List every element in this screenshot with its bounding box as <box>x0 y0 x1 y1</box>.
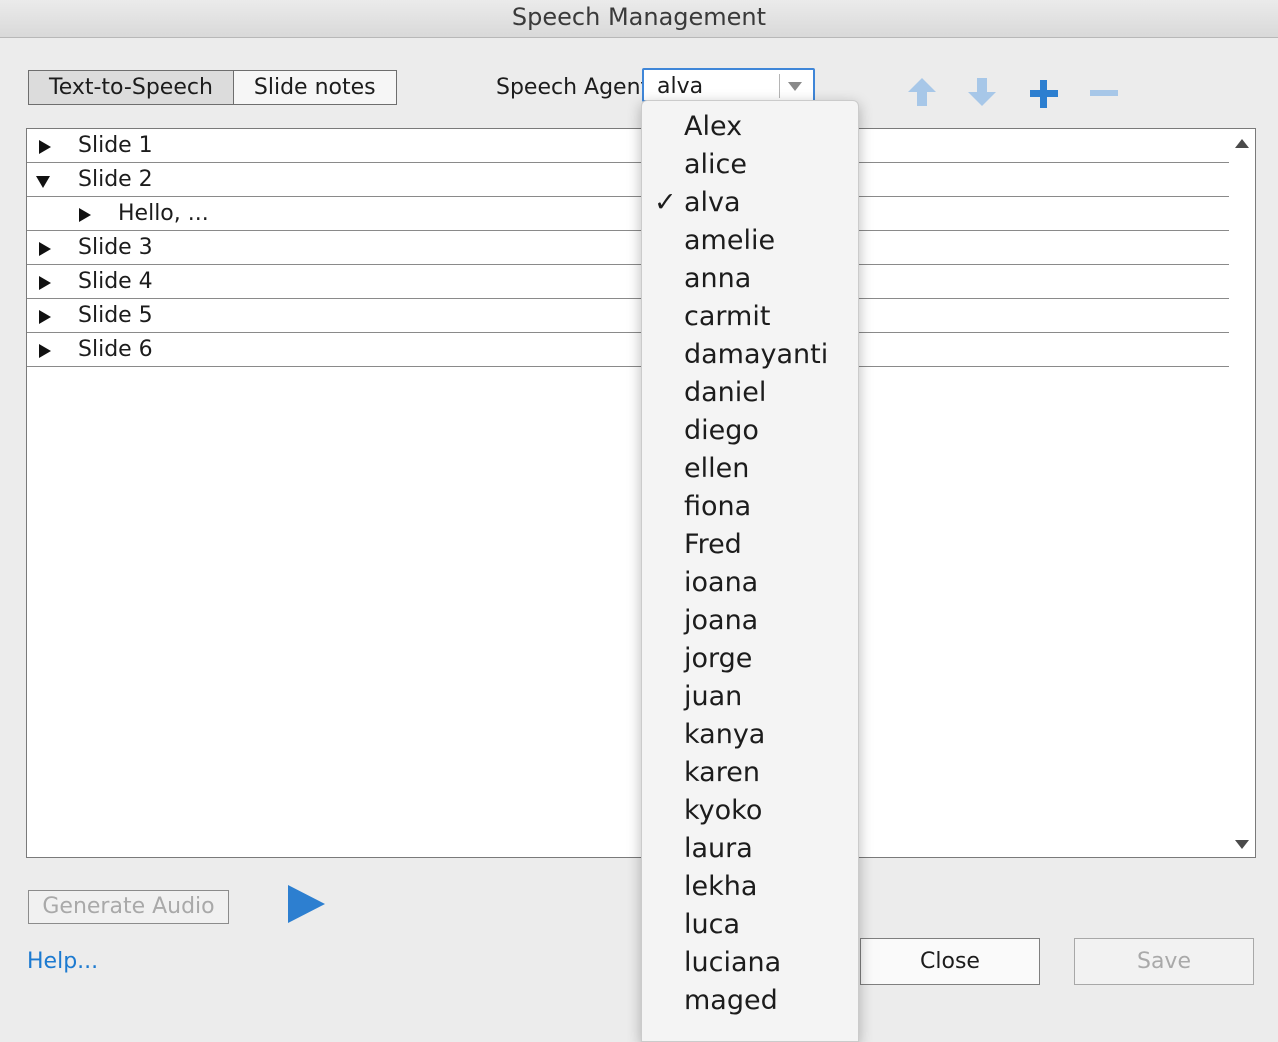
menu-item-label: anna <box>684 263 752 294</box>
menu-item-agent[interactable]: lekha <box>642 868 858 906</box>
menu-item-label: maged <box>684 985 778 1016</box>
menu-item-agent[interactable]: diego <box>642 412 858 450</box>
expand-arrow-icon[interactable] <box>39 242 51 256</box>
tree-row-slide-5[interactable]: Slide 5 <box>27 299 1229 333</box>
speech-agent-value: alva <box>657 74 704 99</box>
menu-item-agent[interactable]: alice <box>642 146 858 184</box>
menu-item-agent[interactable]: laura <box>642 830 858 868</box>
menu-item-agent[interactable]: luca <box>642 906 858 944</box>
tab-text-to-speech[interactable]: Text-to-Speech <box>29 71 234 104</box>
scroll-down-arrow-icon[interactable] <box>1235 840 1249 849</box>
menu-item-agent[interactable]: luciana <box>642 944 858 982</box>
move-up-icon[interactable] <box>906 76 938 108</box>
tree-row-slide-3[interactable]: Slide 3 <box>27 231 1229 265</box>
menu-item-agent[interactable]: joana <box>642 602 858 640</box>
menu-item-label: alva <box>684 187 741 218</box>
menu-item-label: fiona <box>684 491 752 522</box>
menu-item-label: kanya <box>684 719 766 750</box>
menu-item-agent[interactable]: karen <box>642 754 858 792</box>
tree-row-label: Slide 5 <box>78 303 153 328</box>
tree-row-slide-2[interactable]: Slide 2 <box>27 163 1229 197</box>
menu-item-agent[interactable]: maged <box>642 982 858 1020</box>
chevron-down-icon <box>788 82 802 91</box>
menu-item-label: damayanti <box>684 339 829 370</box>
expand-arrow-icon[interactable] <box>79 208 91 222</box>
remove-icon[interactable] <box>1088 78 1120 110</box>
speech-agent-dropdown-menu: Alex alice ✓ alva amelie anna carmit dama… <box>641 100 859 1042</box>
menu-item-agent[interactable]: ioana <box>642 564 858 602</box>
tree-row-slide-2-note[interactable]: Hello, ... <box>27 197 1229 231</box>
menu-item-agent[interactable]: jorge <box>642 640 858 678</box>
menu-item-label: Fred <box>684 529 742 560</box>
menu-item-label: carmit <box>684 301 771 332</box>
menu-item-label: juan <box>684 681 743 712</box>
menu-item-label: luca <box>684 909 741 940</box>
speech-agent-select[interactable]: alva <box>642 68 815 102</box>
menu-item-label: lekha <box>684 871 758 902</box>
tab-slide-notes[interactable]: Slide notes <box>233 71 396 104</box>
menu-item-agent[interactable]: daniel <box>642 374 858 412</box>
tree-row-label: Slide 2 <box>78 167 153 192</box>
menu-item-agent[interactable]: kyoko <box>642 792 858 830</box>
play-icon[interactable] <box>288 885 325 923</box>
speech-agent-label: Speech Agent <box>496 75 650 100</box>
menu-item-agent[interactable]: juan <box>642 678 858 716</box>
menu-item-label: jorge <box>684 643 753 674</box>
menu-item-agent[interactable]: fiona <box>642 488 858 526</box>
menu-item-agent[interactable]: ellen <box>642 450 858 488</box>
menu-item-agent-selected[interactable]: ✓ alva <box>642 184 858 222</box>
tree-row-slide-1[interactable]: Slide 1 <box>27 129 1229 163</box>
menu-item-agent[interactable]: anna <box>642 260 858 298</box>
collapse-arrow-icon[interactable] <box>36 176 50 188</box>
window-title: Speech Management <box>0 0 1278 38</box>
menu-item-agent[interactable]: damayanti <box>642 336 858 374</box>
menu-item-label: daniel <box>684 377 767 408</box>
menu-item-label: ellen <box>684 453 750 484</box>
menu-item-agent[interactable]: kanya <box>642 716 858 754</box>
tree-row-label: Slide 3 <box>78 235 153 260</box>
save-button[interactable]: Save <box>1074 938 1254 985</box>
menu-item-label: ioana <box>684 567 759 598</box>
tree-row-label: Slide 4 <box>78 269 153 294</box>
menu-item-label: alice <box>684 149 748 180</box>
menu-item-agent[interactable]: amelie <box>642 222 858 260</box>
help-link[interactable]: Help... <box>27 948 98 976</box>
menu-item-agent[interactable]: Alex <box>642 108 858 146</box>
tree-row-slide-4[interactable]: Slide 4 <box>27 265 1229 299</box>
expand-arrow-icon[interactable] <box>39 310 51 324</box>
expand-arrow-icon[interactable] <box>39 140 51 154</box>
tree-row-label: Slide 1 <box>78 133 153 158</box>
menu-item-label: amelie <box>684 225 776 256</box>
select-separator <box>779 74 780 98</box>
menu-item-label: karen <box>684 757 760 788</box>
menu-item-label: joana <box>684 605 759 636</box>
menu-item-label: kyoko <box>684 795 763 826</box>
tree-row-label: Hello, ... <box>118 201 209 226</box>
checkmark-icon: ✓ <box>654 187 677 218</box>
add-icon[interactable] <box>1028 78 1060 110</box>
scroll-up-arrow-icon[interactable] <box>1235 139 1249 148</box>
menu-item-label: laura <box>684 833 753 864</box>
close-button[interactable]: Close <box>860 938 1040 985</box>
menu-item-agent[interactable]: Fred <box>642 526 858 564</box>
expand-arrow-icon[interactable] <box>39 344 51 358</box>
tree-row-slide-6[interactable]: Slide 6 <box>27 333 1229 367</box>
expand-arrow-icon[interactable] <box>39 276 51 290</box>
menu-item-agent[interactable]: carmit <box>642 298 858 336</box>
move-down-icon[interactable] <box>966 76 998 108</box>
menu-item-label: luciana <box>684 947 782 978</box>
menu-item-label: diego <box>684 415 759 446</box>
generate-audio-button[interactable]: Generate Audio <box>28 890 229 924</box>
tree-row-label: Slide 6 <box>78 337 153 362</box>
mode-tabs: Text-to-Speech Slide notes <box>28 70 397 105</box>
menu-item-label: Alex <box>684 111 743 142</box>
